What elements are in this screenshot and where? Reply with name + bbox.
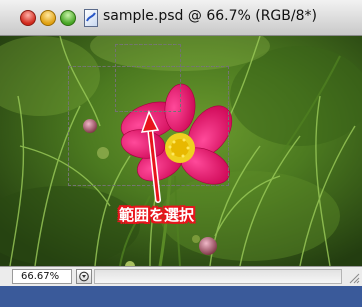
zoom-level-field[interactable]: 66.67% [12,269,72,284]
status-popup-icon [79,271,89,282]
title-bar[interactable]: sample.psd @ 66.7% (RGB/8*) [0,0,362,36]
photoshop-document-icon[interactable] [84,9,98,27]
status-bar: 66.67% [0,266,362,286]
image-canvas[interactable]: 範囲を選択 [0,36,362,266]
minimize-button[interactable] [40,10,56,26]
zoom-button[interactable] [60,10,76,26]
red-arrow-icon [140,110,161,203]
annotation-label: 範囲を選択 [119,206,195,224]
resize-grip-icon[interactable] [346,270,360,284]
horizontal-scrollbar[interactable] [94,269,342,284]
close-button[interactable] [20,10,36,26]
window-title: sample.psd @ 66.7% (RGB/8*) [103,8,317,24]
document-window: sample.psd @ 66.7% (RGB/8*) 範囲を選択 66.67% [0,0,362,307]
status-popup-button[interactable] [76,269,92,284]
desktop-background [0,286,362,307]
